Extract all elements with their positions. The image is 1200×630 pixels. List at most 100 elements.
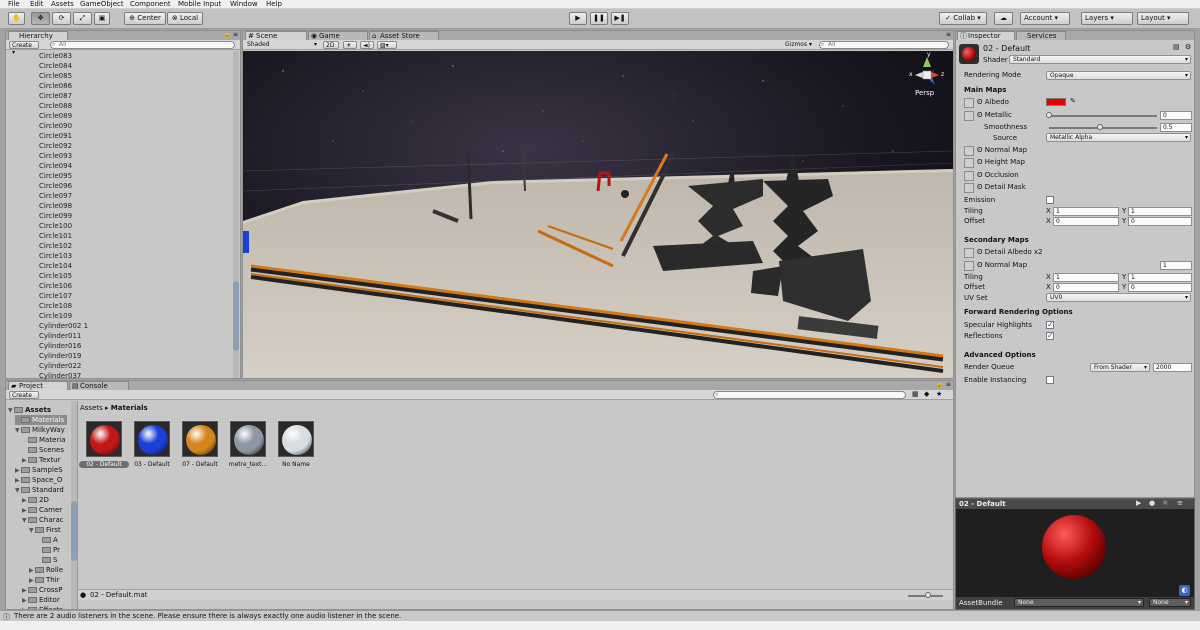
smoothness-value-field[interactable]: 0.5 xyxy=(1160,123,1192,132)
material-asset-label[interactable]: No Name xyxy=(271,461,321,468)
tree-folder-item[interactable]: ▶Effects xyxy=(22,605,63,609)
move-tool-icon[interactable]: ✥ xyxy=(31,12,50,25)
secondary-normal-slot[interactable] xyxy=(964,261,974,271)
hierarchy-item[interactable]: Circle092 xyxy=(39,141,72,151)
settings-gear-icon[interactable]: ⚙ xyxy=(1185,43,1191,51)
tree-folder-item[interactable]: S xyxy=(36,555,57,565)
reflections-checkbox[interactable] xyxy=(1046,331,1054,340)
2d-toggle-button[interactable]: 2D xyxy=(323,41,339,49)
panel-menu-icon[interactable]: ≡ xyxy=(233,31,238,38)
detail-mask-slot[interactable] xyxy=(964,183,974,193)
hierarchy-item[interactable]: Circle090 xyxy=(39,121,72,131)
hierarchy-item[interactable]: Circle106 xyxy=(39,281,72,291)
scene-effects-button[interactable]: ▨▾ xyxy=(377,41,397,49)
tree-folder-item[interactable]: Pr xyxy=(36,545,60,555)
hierarchy-item[interactable]: Circle085 xyxy=(39,71,72,81)
rendering-mode-dropdown[interactable]: Opaque ▾ xyxy=(1046,71,1191,80)
tiling-y-field[interactable]: 1 xyxy=(1128,207,1192,216)
material-asset-thumbnail[interactable] xyxy=(182,421,218,457)
hierarchy-item[interactable]: Cylinder016 xyxy=(39,341,81,351)
smoothness-slider-handle[interactable] xyxy=(1097,124,1103,130)
tree-folder-item[interactable]: Materials xyxy=(15,415,68,425)
menu-assets[interactable]: Assets xyxy=(51,0,74,8)
menu-mobile-input[interactable]: Mobile Input xyxy=(178,0,221,8)
collab-button[interactable]: ✓ Collab ▾ xyxy=(939,12,987,25)
material-asset-label[interactable]: metre_text... xyxy=(223,461,273,468)
preview-icon-button[interactable]: ◐ xyxy=(1179,585,1190,596)
material-asset-thumbnail[interactable] xyxy=(86,421,122,457)
specular-highlights-checkbox[interactable] xyxy=(1046,320,1054,329)
breadcrumb-materials[interactable]: Materials xyxy=(111,404,148,412)
hierarchy-item[interactable]: Circle099 xyxy=(39,211,72,221)
play-button[interactable]: ▶ xyxy=(569,12,587,25)
step-button[interactable]: ▶❚ xyxy=(611,12,629,25)
lock-icon[interactable]: 🔒 xyxy=(224,31,231,38)
hierarchy-item[interactable]: Circle089 xyxy=(39,111,72,121)
normal-map-slot[interactable] xyxy=(964,146,974,156)
hierarchy-item[interactable]: Circle102 xyxy=(39,241,72,251)
orientation-gizmo[interactable]: y x z Persp xyxy=(907,51,947,99)
tree-folder-item[interactable]: A xyxy=(36,535,58,545)
scene-panel-menu-icon[interactable]: ≡ xyxy=(946,31,951,38)
scene-viewport[interactable]: y x z Persp xyxy=(243,51,953,378)
menu-gameobject[interactable]: GameObject xyxy=(80,0,124,8)
source-dropdown[interactable]: Metallic Alpha ▾ xyxy=(1046,133,1191,142)
hierarchy-search-input[interactable]: ⌕ All xyxy=(50,41,235,49)
hierarchy-item[interactable]: Cylinder022 xyxy=(39,361,81,371)
menu-help[interactable]: Help xyxy=(266,0,282,8)
breadcrumb-assets[interactable]: Assets xyxy=(80,404,103,412)
secondary-normal-scale-field[interactable]: 1 xyxy=(1160,261,1192,270)
albedo-texture-slot[interactable] xyxy=(964,98,974,108)
pivot-center-button[interactable]: ⊕ Center xyxy=(124,12,166,25)
hierarchy-item[interactable]: Circle096 xyxy=(39,181,72,191)
layout-dropdown[interactable]: Layout ▾ xyxy=(1137,12,1189,25)
hierarchy-item[interactable]: Circle088 xyxy=(39,101,72,111)
hierarchy-item[interactable]: Cylinder002 1 xyxy=(39,321,88,331)
metallic-value-field[interactable]: 0 xyxy=(1160,111,1192,120)
hierarchy-item[interactable]: Circle101 xyxy=(39,231,72,241)
assetbundle-variant-dropdown[interactable]: None ▾ xyxy=(1149,598,1191,607)
filter-type-icon[interactable]: ▦ xyxy=(912,390,919,398)
offset-x-field[interactable]: 0 xyxy=(1053,217,1119,226)
layers-dropdown[interactable]: Layers ▾ xyxy=(1081,12,1133,25)
tab-asset-store[interactable]: ⌂ Asset Store xyxy=(369,31,439,40)
menu-edit[interactable]: Edit xyxy=(30,0,44,8)
material-asset-thumbnail[interactable] xyxy=(134,421,170,457)
hierarchy-item[interactable]: Circle103 xyxy=(39,251,72,261)
material-asset-thumbnail[interactable] xyxy=(230,421,266,457)
tiling-x-field[interactable]: 1 xyxy=(1053,207,1119,216)
tab-game[interactable]: ◉ Game xyxy=(308,31,368,40)
hand-tool-icon[interactable]: ✋ xyxy=(8,12,25,25)
metallic-slider[interactable] xyxy=(1049,115,1157,117)
hierarchy-scrollbar[interactable] xyxy=(233,51,239,378)
eyedropper-icon[interactable]: ✎ xyxy=(1070,97,1076,105)
render-queue-mode-dropdown[interactable]: From Shader ▾ xyxy=(1090,363,1150,372)
albedo-color-swatch[interactable] xyxy=(1046,98,1066,106)
preview-light-icon[interactable]: ☼ xyxy=(1162,499,1168,507)
shader-dropdown[interactable]: Standard ▾ xyxy=(1009,55,1191,64)
scene-lighting-button[interactable]: ☀ xyxy=(343,41,357,49)
tree-folder-item[interactable]: Scenes xyxy=(22,445,64,455)
preview-sphere-icon[interactable]: ● xyxy=(1149,499,1155,507)
hierarchy-create-button[interactable]: Create ▾ xyxy=(9,41,39,56)
material-asset-label[interactable]: 03 - Default xyxy=(127,461,177,468)
menu-file[interactable]: File xyxy=(8,0,20,8)
hierarchy-item[interactable]: Circle109 xyxy=(39,311,72,321)
offset2-y-field[interactable]: 0 xyxy=(1128,283,1192,292)
project-create-button[interactable]: Create ▾ xyxy=(9,391,39,406)
hierarchy-item[interactable]: Circle097 xyxy=(39,191,72,201)
project-search-input[interactable]: ⌕ xyxy=(713,391,906,399)
scale-tool-icon[interactable]: ⤢ xyxy=(73,12,92,25)
hierarchy-item[interactable]: Cylinder011 xyxy=(39,331,81,341)
hierarchy-item[interactable]: Circle105 xyxy=(39,271,72,281)
assetbundle-dropdown[interactable]: None ▾ xyxy=(1014,598,1144,607)
hierarchy-item[interactable]: Circle108 xyxy=(39,301,72,311)
hierarchy-item[interactable]: Circle100 xyxy=(39,221,72,231)
cloud-button[interactable]: ☁ xyxy=(994,12,1013,25)
project-panel-menu-icon[interactable]: ≡ xyxy=(946,381,951,388)
space-local-button[interactable]: ⊗ Local xyxy=(167,12,203,25)
preview-play-icon[interactable]: ▶ xyxy=(1136,499,1141,507)
tiling2-y-field[interactable]: 1 xyxy=(1128,273,1192,282)
material-asset-label[interactable]: 07 - Default xyxy=(175,461,225,468)
material-asset-thumbnail[interactable] xyxy=(278,421,314,457)
